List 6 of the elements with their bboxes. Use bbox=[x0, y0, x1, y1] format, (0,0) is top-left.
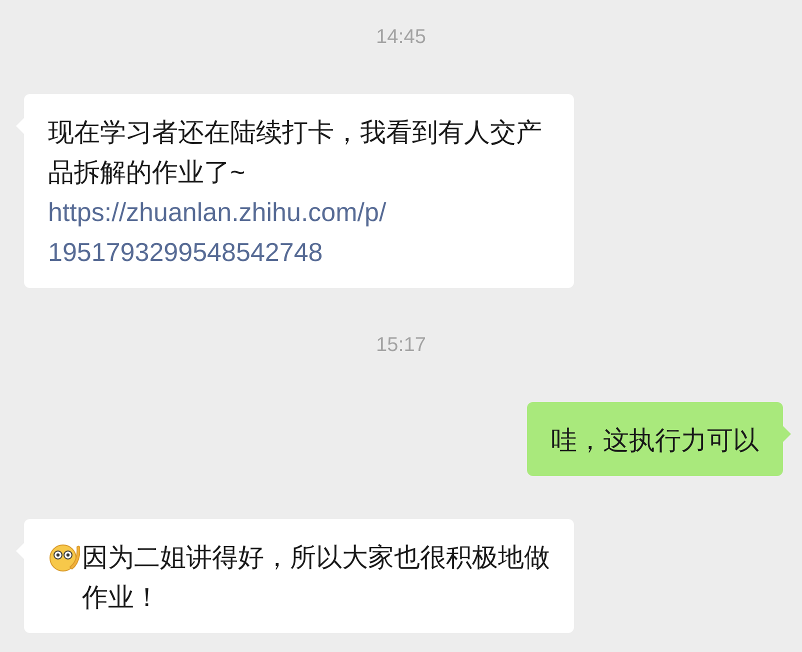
message-link[interactable]: https://zhuanlan.zhihu.com/p/1951793299548542748 bbox=[48, 192, 393, 272]
timestamp: 14:45 bbox=[376, 25, 426, 50]
message-text: 因为二姐讲得好，所以大家也很积极地做作业！ bbox=[82, 541, 550, 614]
timestamp: 15:17 bbox=[376, 333, 426, 358]
message-text: 现在学习者还在陆续打卡，我看到有人交产品拆解的作业了~ bbox=[48, 117, 542, 187]
message-text: 哇，这执行力可以 bbox=[551, 425, 759, 455]
